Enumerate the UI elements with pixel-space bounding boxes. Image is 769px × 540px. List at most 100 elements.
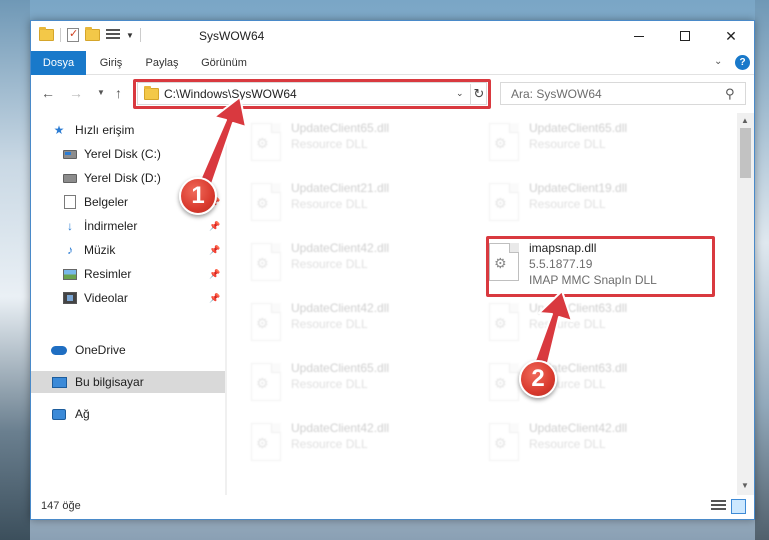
- layout-icon[interactable]: [106, 29, 120, 41]
- file-description: Resource DLL: [291, 377, 368, 391]
- pin-icon[interactable]: 📌: [209, 245, 220, 256]
- help-icon[interactable]: ?: [735, 55, 750, 70]
- file-name: UpdateClient65.dll: [291, 121, 390, 135]
- back-arrow-icon[interactable]: ←: [41, 85, 55, 101]
- gear-icon: ⚙: [256, 315, 269, 331]
- sidebar-item-downloads[interactable]: ↓ İndirmeler 📌: [31, 215, 225, 237]
- quick-access-toolbar: ▼: [39, 27, 141, 42]
- file-list: ⚙ UpdateClient65.dll Resource DLL ⚙ Upda…: [227, 113, 737, 495]
- sidebar-item-local-disk-c[interactable]: Yerel Disk (C:): [31, 143, 225, 165]
- videos-icon: [62, 291, 78, 305]
- search-placeholder: Ara: SysWOW64: [511, 87, 602, 101]
- documents-icon: [62, 195, 78, 209]
- drive-icon: [62, 147, 78, 161]
- sidebar-item-label: Ağ: [75, 407, 90, 421]
- file-item[interactable]: ⚙ UpdateClient42.dll Resource DLL: [247, 417, 477, 469]
- navigation-pane: ★ Hızlı erişim Yerel Disk (C:) Yerel Dis…: [31, 113, 225, 495]
- ribbon-tabs: Dosya Giriş Paylaş Görünüm ⌄ ?: [31, 51, 754, 75]
- sidebar-item-onedrive[interactable]: OneDrive: [31, 339, 225, 361]
- sidebar-item-label: Belgeler: [84, 195, 129, 209]
- sidebar-item-label: Resimler: [84, 267, 132, 281]
- file-item[interactable]: ⚙ UpdateClient65.dll Resource DLL: [485, 117, 715, 169]
- new-folder-icon[interactable]: [85, 27, 100, 41]
- file-item[interactable]: ⚙ UpdateClient65.dll Resource DLL: [247, 357, 477, 409]
- vertical-scrollbar[interactable]: ▲ ▼: [737, 113, 754, 495]
- file-description: Resource DLL: [291, 137, 368, 151]
- gear-icon: ⚙: [494, 435, 507, 451]
- scroll-down-arrow-icon[interactable]: ▼: [741, 481, 749, 490]
- close-button[interactable]: ✕: [708, 21, 754, 51]
- sidebar-item-music[interactable]: ♪ Müzik 📌: [31, 239, 225, 261]
- gear-icon: ⚙: [256, 255, 269, 271]
- sidebar-item-this-pc[interactable]: Bu bilgisayar: [31, 371, 225, 393]
- desktop-background-left: [0, 0, 30, 540]
- toolbar-divider: [60, 28, 61, 42]
- expand-ribbon-chevron-icon[interactable]: ⌄: [714, 56, 722, 67]
- cloud-icon: [51, 343, 67, 357]
- tab-view[interactable]: Görünüm: [195, 51, 253, 75]
- maximize-icon: [680, 31, 690, 41]
- forward-arrow-icon[interactable]: →: [69, 85, 83, 101]
- gear-icon: ⚙: [494, 315, 507, 331]
- file-item[interactable]: ⚙ UpdateClient42.dll Resource DLL: [485, 417, 715, 469]
- title-bar: ▼ SysWOW64 ✕: [31, 21, 754, 51]
- file-item[interactable]: ⚙ UpdateClient42.dll Resource DLL: [247, 237, 477, 289]
- file-item[interactable]: ⚙ UpdateClient21.dll Resource DLL: [247, 177, 477, 229]
- customize-toolbar-chevron-icon[interactable]: ▼: [126, 31, 134, 40]
- file-description: Resource DLL: [291, 257, 368, 271]
- sidebar-item-label: İndirmeler: [84, 219, 138, 233]
- sidebar-item-label: Yerel Disk (C:): [84, 147, 161, 161]
- file-item[interactable]: ⚙ UpdateClient42.dll Resource DLL: [247, 297, 477, 349]
- file-description: Resource DLL: [291, 197, 368, 211]
- scrollbar-thumb[interactable]: [740, 128, 751, 178]
- gear-icon: ⚙: [494, 195, 507, 211]
- file-name: UpdateClient42.dll: [291, 241, 390, 255]
- file-description: Resource DLL: [529, 437, 606, 451]
- recent-locations-chevron-icon[interactable]: ▼: [97, 88, 105, 97]
- star-icon: ★: [53, 123, 65, 137]
- file-item[interactable]: ⚙ UpdateClient63.dll Resource DLL: [485, 297, 715, 349]
- sidebar-item-videos[interactable]: Videolar 📌: [31, 287, 225, 309]
- sidebar-item-network[interactable]: Ağ: [31, 403, 225, 425]
- file-name: UpdateClient42.dll: [291, 301, 390, 315]
- file-name: UpdateClient65.dll: [291, 361, 390, 375]
- maximize-button[interactable]: [662, 21, 708, 51]
- step-1-badge: 1: [179, 177, 217, 215]
- large-icons-view-icon[interactable]: [731, 499, 746, 514]
- pin-icon[interactable]: 📌: [209, 221, 220, 232]
- sidebar-item-pictures[interactable]: Resimler 📌: [31, 263, 225, 285]
- scroll-up-arrow-icon[interactable]: ▲: [741, 116, 749, 125]
- tab-home[interactable]: Giriş: [91, 51, 131, 75]
- search-input[interactable]: Ara: SysWOW64 ⚲: [500, 82, 746, 105]
- up-arrow-icon[interactable]: ↑: [115, 85, 122, 101]
- file-name: UpdateClient19.dll: [529, 181, 628, 195]
- file-item[interactable]: ⚙ UpdateClient19.dll Resource DLL: [485, 177, 715, 229]
- details-view-icon[interactable]: [711, 500, 726, 513]
- gear-icon: ⚙: [256, 135, 269, 151]
- gear-icon: ⚙: [256, 435, 269, 451]
- pin-icon[interactable]: 📌: [209, 293, 220, 304]
- minimize-button[interactable]: [616, 21, 662, 51]
- tab-share[interactable]: Paylaş: [139, 51, 185, 75]
- folder-icon: [39, 27, 54, 41]
- network-icon: [51, 407, 67, 421]
- properties-icon[interactable]: [67, 27, 79, 42]
- window-title: SysWOW64: [199, 29, 265, 43]
- search-icon[interactable]: ⚲: [725, 86, 735, 102]
- download-icon: ↓: [67, 219, 73, 233]
- file-description: Resource DLL: [529, 137, 606, 151]
- music-icon: ♪: [67, 243, 73, 257]
- file-name: UpdateClient21.dll: [291, 181, 390, 195]
- address-bar-highlight: [133, 79, 491, 109]
- pin-icon[interactable]: 📌: [209, 269, 220, 280]
- file-description: Resource DLL: [291, 437, 368, 451]
- file-item[interactable]: ⚙ UpdateClient65.dll Resource DLL: [247, 117, 477, 169]
- file-name: UpdateClient65.dll: [529, 121, 628, 135]
- tab-file[interactable]: Dosya: [31, 51, 86, 75]
- sidebar-item-label: Müzik: [84, 243, 116, 257]
- sidebar-item-quick-access[interactable]: ★ Hızlı erişim: [31, 119, 225, 141]
- file-description: Resource DLL: [291, 317, 368, 331]
- file-name: UpdateClient63.dll: [529, 301, 628, 315]
- computer-icon: [51, 375, 67, 389]
- file-highlight: [486, 236, 715, 297]
